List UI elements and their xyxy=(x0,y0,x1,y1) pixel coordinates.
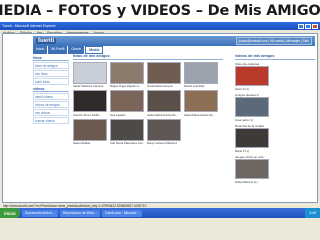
video-item[interactable]: Juegos ciclos en cole Isabel María G (1) xyxy=(235,155,315,184)
tab-mi-perfil[interactable]: Mi Perfil xyxy=(48,46,68,54)
video-title[interactable]: Dinamita de la ciudad xyxy=(235,124,315,128)
photo-thumbnail[interactable] xyxy=(147,118,181,141)
video-thumbnail[interactable] xyxy=(235,97,269,117)
video-caption: Ivánn S (1) xyxy=(235,86,249,91)
sidebar-heading-videos: videos xyxy=(33,87,69,92)
friends-photos-section: fotos de mis amigos Javier Martínez Camp… xyxy=(73,54,223,145)
photo-thumbnail[interactable] xyxy=(110,90,144,112)
photo-item[interactable]: Diego Caceres Martínez xyxy=(147,118,181,145)
sidebar-item-subir-fotos[interactable]: subir fotos xyxy=(33,78,69,85)
photo-thumbnail[interactable] xyxy=(73,90,107,112)
photo-item[interactable]: Miguel Ángel Rejado H. xyxy=(110,61,144,88)
photo-thumbnail[interactable] xyxy=(73,118,107,141)
video-title[interactable]: Amigos planeta S xyxy=(235,93,315,97)
sidebar-item-fotos-de-amigos[interactable]: fotos de amigos xyxy=(33,62,69,69)
video-title[interactable]: Video de canteras xyxy=(235,62,315,66)
photo-item[interactable]: Antonio Torres Sotillo xyxy=(73,90,107,117)
main-tabs: Inicio Mi Perfil Gente Media xyxy=(33,46,104,54)
photo-caption[interactable]: Cati Sierra Palomares Azu... xyxy=(110,141,144,145)
tuenti-header: tuenti jlcdap@hotmail.com | Mi cuenta | … xyxy=(33,36,315,46)
videos-heading: vídeos de mis amigos xyxy=(235,54,315,60)
windows-taskbar: inicio Documento web in... Reproductor d… xyxy=(0,208,320,218)
tab-inicio[interactable]: Inicio xyxy=(33,46,48,54)
media-sidebar: fotos fotos de amigos mis fotos subir fo… xyxy=(33,54,69,124)
photo-caption[interactable]: Isabel María García Se... xyxy=(184,113,218,117)
photos-heading: fotos de mis amigos xyxy=(73,54,223,60)
video-caption: Isabel María G (1) xyxy=(235,179,258,184)
slide-title-banner: MEDIA – FOTOS y VIDEOS – De Mis AMIGOS xyxy=(0,0,320,22)
window-title: Tuenti - Microsoft Internet Explorer xyxy=(2,24,56,28)
taskbar-item-media-player[interactable]: Reproductor de Wind... xyxy=(59,209,100,217)
slide-title: MEDIA – FOTOS y VIDEOS – De Mis AMIGOS xyxy=(0,3,320,19)
taskbar-item-tuenti[interactable]: Tuenti.com - Microsof... xyxy=(101,209,143,217)
photo-thumbnail[interactable] xyxy=(73,61,107,84)
photo-item[interactable]: Inés Lagarte xyxy=(110,90,144,117)
photo-thumbnail[interactable] xyxy=(184,90,218,112)
video-list: Video de canteras Ivánn S (1) Amigos plane… xyxy=(235,62,315,184)
photo-caption[interactable]: Isabel Alcalde xyxy=(73,141,107,145)
tab-gente[interactable]: Gente xyxy=(68,46,85,54)
photo-item[interactable]: Isabel Alcalde xyxy=(73,118,107,145)
photo-caption[interactable]: Isabel María García Se... xyxy=(147,113,181,117)
photo-thumbnail[interactable] xyxy=(147,61,181,84)
photo-caption[interactable]: Inmaculada Campos xyxy=(147,84,181,88)
photo-thumbnail[interactable] xyxy=(110,61,144,84)
photo-caption[interactable]: Miguel Ángel Rejado H. xyxy=(110,84,144,88)
video-thumbnail[interactable] xyxy=(235,66,269,86)
video-item[interactable]: Video de canteras Ivánn S (1) xyxy=(235,62,315,91)
video-thumbnail[interactable] xyxy=(235,128,269,148)
video-caption: Mario P (1) xyxy=(235,148,249,153)
photo-item[interactable]: Daniel Leal Díaz xyxy=(184,61,218,88)
taskbar-item-document[interactable]: Documento web in... xyxy=(21,209,58,217)
photo-item[interactable]: Inmaculada Campos xyxy=(147,61,181,88)
sidebar-heading-fotos: fotos xyxy=(33,56,69,61)
sidebar-item-mis-videos[interactable]: mis videos xyxy=(33,109,69,116)
photo-caption[interactable]: Inés Lagarte xyxy=(110,113,144,117)
video-item[interactable]: Amigos planeta S Ivrea palco (1) xyxy=(235,93,315,122)
start-button[interactable]: inicio xyxy=(0,208,20,218)
photo-thumbnail[interactable] xyxy=(147,90,181,112)
taskbar-clock: 3:45 xyxy=(305,208,320,218)
photo-caption[interactable]: Antonio Torres Sotillo xyxy=(73,113,107,117)
photo-thumbnail[interactable] xyxy=(184,61,218,84)
photo-caption[interactable]: Diego Caceres Martínez xyxy=(147,141,181,145)
minimize-button[interactable] xyxy=(298,23,304,29)
video-caption: Ivrea palco (1) xyxy=(235,117,253,122)
sidebar-item-buscar-videos[interactable]: buscar videos xyxy=(33,117,69,124)
sidebar-item-tuenti-videos[interactable]: tuenti videos xyxy=(33,93,69,100)
photo-item[interactable]: Isabel María García Se... xyxy=(184,90,218,117)
sidebar-item-mis-fotos[interactable]: mis fotos xyxy=(33,70,69,77)
video-title[interactable]: Juegos ciclos en cole xyxy=(235,155,315,159)
tuenti-logo[interactable]: tuenti xyxy=(36,38,57,44)
page-viewport: tuenti jlcdap@hotmail.com | Mi cuenta | … xyxy=(2,33,318,203)
video-item[interactable]: Dinamita de la ciudad Mario P (1) xyxy=(235,124,315,153)
photo-thumbnail[interactable] xyxy=(110,118,144,141)
maximize-button[interactable] xyxy=(305,23,311,29)
photo-grid: Javier Martínez Campos Miguel Ángel Rejad… xyxy=(73,61,223,145)
photo-item[interactable]: Isabel María García Se... xyxy=(147,90,181,117)
sidebar-item-videos-de-amigos[interactable]: videos de amigos xyxy=(33,101,69,108)
tab-media[interactable]: Media xyxy=(85,46,104,54)
account-links[interactable]: jlcdap@hotmail.com | Mi cuenta | Mensaje… xyxy=(235,37,312,45)
photo-caption[interactable]: Javier Martínez Campos xyxy=(73,84,107,88)
friends-videos-section: vídeos de mis amigos Video de canteras Iv… xyxy=(235,54,315,184)
photo-item[interactable]: Javier Martínez Campos xyxy=(73,61,107,88)
photo-item[interactable]: Cati Sierra Palomares Azu... xyxy=(110,118,144,145)
photo-caption[interactable]: Daniel Leal Díaz xyxy=(184,84,218,88)
video-thumbnail[interactable] xyxy=(235,159,269,179)
close-button[interactable] xyxy=(312,23,318,29)
window-titlebar: Tuenti - Microsoft Internet Explorer xyxy=(0,22,320,30)
window-controls xyxy=(298,23,318,29)
